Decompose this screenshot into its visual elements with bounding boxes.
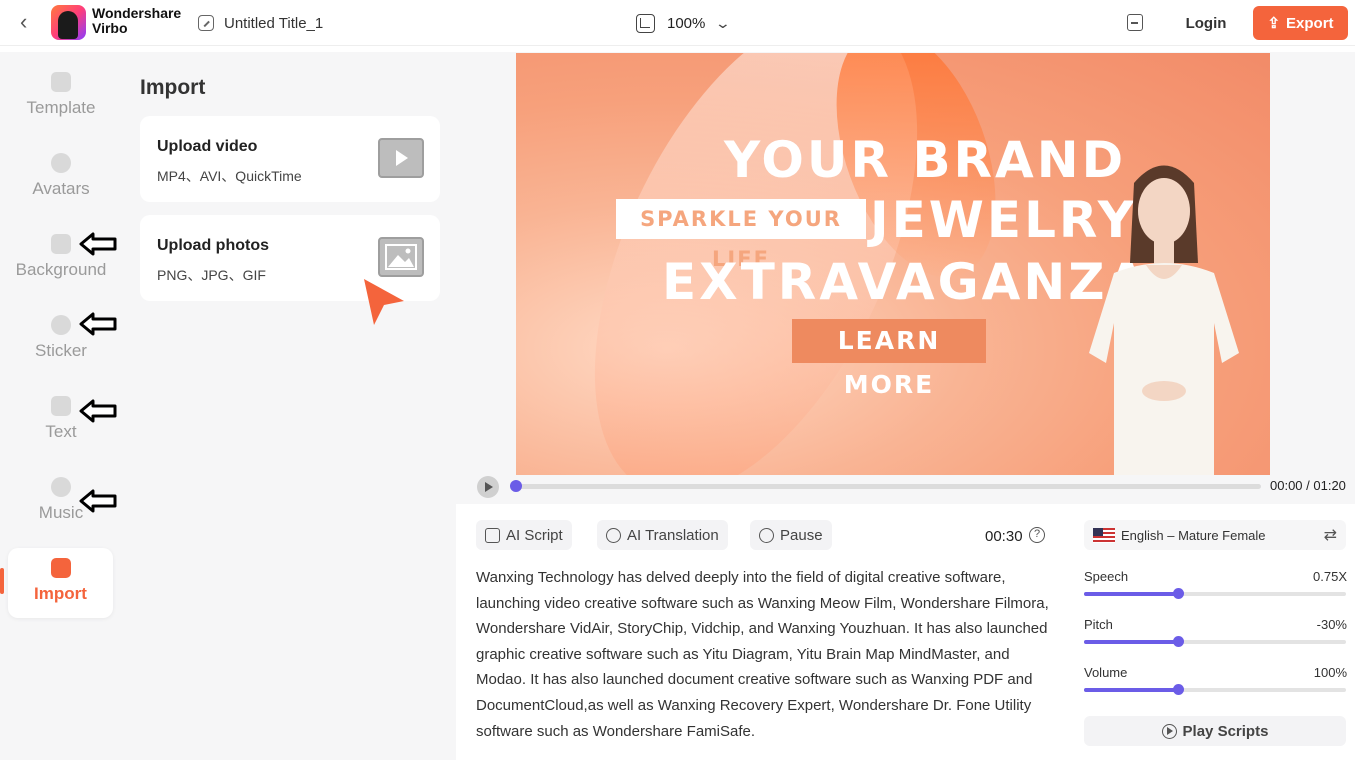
ai-script-icon [485,527,500,543]
zoom-level[interactable]: 100% [667,15,705,32]
sidebar-item-label: Sticker [35,341,87,360]
pitch-fill [1084,640,1179,644]
volume-label: Volume [1084,665,1128,680]
playback-time: 00:00 / 01:20 [1270,478,1346,493]
chevron-down-icon[interactable]: ⌄ [715,15,731,32]
script-editor: AI Script AI Translation Pause 00:30 ? W… [456,504,1070,760]
annotation-arrow-icon [79,232,117,256]
virbo-logo [51,5,86,40]
volume-slider[interactable] [1084,684,1346,695]
ai-script-label: AI Script [506,526,563,544]
volume-fill [1084,688,1179,692]
fit-screen-icon[interactable] [636,13,655,33]
clock-icon [759,527,774,543]
speech-knob[interactable] [1173,588,1185,599]
import-title: Import [140,76,206,99]
avatar-icon [51,153,71,173]
back-chevron-icon[interactable]: ‹ [20,10,40,34]
voice-settings: English – Mature Female ⇄ Speech 0.75X P… [1070,504,1355,760]
title-area[interactable]: Untitled Title_1 [198,10,323,36]
speech-slider[interactable] [1084,588,1346,599]
sidebar-item-label: Background [15,260,107,279]
top-bar: ‹ Wondershare Virbo Untitled Title_1 100… [0,0,1355,46]
text-icon [51,396,71,416]
video-play-icon [378,138,424,178]
play-button[interactable] [477,476,499,498]
ai-translation-button[interactable]: AI Translation [597,520,728,550]
edit-icon[interactable] [198,15,214,31]
sparkle-tagline[interactable]: SPARKLE YOUR LIFE [616,199,866,271]
pitch-value: -30% [1316,617,1347,632]
play-circle-icon [1161,723,1177,739]
script-duration: 00:30 [985,528,1023,545]
background-icon [51,234,71,254]
document-title[interactable]: Untitled Title_1 [224,15,323,32]
pause-label: Pause [780,526,823,544]
save-icon[interactable] [1127,14,1143,31]
pitch-knob[interactable] [1173,636,1185,647]
brand-line-1: Wondershare [92,5,182,21]
export-icon: ⇪ [1267,15,1281,32]
help-icon[interactable]: ? [1029,527,1045,543]
ai-translation-label: AI Translation [627,526,719,544]
music-icon [51,477,71,497]
annotation-arrow-icon [79,489,117,513]
us-flag-icon [1093,527,1115,543]
upload-photos-title: Upload photos [157,237,269,254]
learn-more-button[interactable]: LEARN MORE [792,319,986,399]
play-scripts-label: Play Scripts [1182,722,1269,740]
volume-value: 100% [1313,665,1347,680]
video-canvas[interactable]: YOUR BRAND SPARKLE YOUR LIFE JEWELRY EXT… [516,53,1270,475]
volume-knob[interactable] [1173,684,1185,695]
upload-photos-formats: PNG、JPG、GIF [157,267,266,283]
import-panel: Import Upload video MP4、AVI、QuickTime Up… [122,52,456,760]
sidebar-item-import[interactable]: Import [8,548,113,618]
sidebar-item-label: Avatars [32,179,90,198]
template-icon [51,72,71,92]
annotation-arrow-icon [79,312,117,336]
pitch-slider[interactable] [1084,636,1346,647]
export-label: Export [1286,14,1334,32]
voice-selector[interactable]: English – Mature Female ⇄ [1084,520,1346,550]
presenter-avatar[interactable] [1064,153,1264,475]
play-scripts-button[interactable]: Play Scripts [1084,716,1346,746]
timeline-knob[interactable] [510,480,522,492]
export-button[interactable]: ⇪ Export [1253,6,1348,40]
import-icon [50,558,71,578]
upload-video-card[interactable]: Upload video MP4、AVI、QuickTime [140,116,440,202]
annotation-arrow-icon [79,399,117,423]
sidebar-item-avatars[interactable]: Avatars [0,153,122,223]
image-icon [378,237,424,277]
speech-fill [1084,592,1179,596]
speech-value: 0.75X [1313,569,1347,584]
voice-name: English – Mature Female [1121,527,1266,543]
ai-script-button[interactable]: AI Script [476,520,572,550]
translation-icon [606,527,621,543]
sidebar-item-label: Text [45,422,77,441]
upload-video-title: Upload video [157,138,258,155]
sidebar-item-template[interactable]: Template [0,72,122,142]
speech-label: Speech [1084,569,1129,584]
script-textarea[interactable]: Wanxing Technology has delved deeply int… [476,565,1056,744]
swap-icon[interactable]: ⇄ [1324,525,1337,545]
timeline-track[interactable] [513,484,1261,489]
cursor-pointer-icon [364,279,404,325]
upload-video-formats: MP4、AVI、QuickTime [157,168,302,184]
login-button[interactable]: Login [1170,7,1242,39]
sidebar-item-label: Template [26,98,96,117]
zoom-control[interactable]: 100% ⌄ [636,10,731,36]
brand-line-2: Virbo [92,20,128,36]
pause-button[interactable]: Pause [750,520,832,550]
sidebar-item-label: Import [34,584,87,603]
sticker-icon [51,315,71,335]
pitch-label: Pitch [1084,617,1113,632]
brand-name: Wondershare Virbo [92,6,181,36]
active-indicator [0,568,4,594]
